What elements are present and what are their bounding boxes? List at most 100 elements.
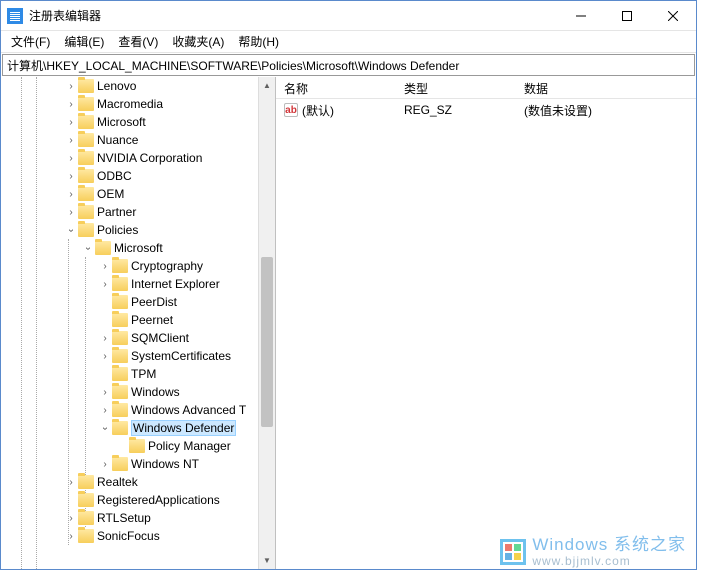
expand-icon[interactable]: › [65, 531, 77, 542]
folder-icon [112, 457, 128, 471]
folder-icon [112, 421, 128, 435]
tree-node[interactable]: ›Policies [7, 221, 275, 239]
tree-node[interactable]: ›ODBC [7, 167, 275, 185]
maximize-button[interactable] [604, 1, 650, 31]
folder-icon [78, 529, 94, 543]
titlebar[interactable]: 注册表编辑器 [1, 1, 696, 31]
tree-node[interactable]: ›Partner [7, 203, 275, 221]
tree-node[interactable]: PeerDist [7, 293, 275, 311]
tree-node[interactable]: Peernet [7, 311, 275, 329]
folder-icon [112, 403, 128, 417]
tree-node[interactable]: ›Macromedia [7, 95, 275, 113]
tree-node[interactable]: ›Realtek [7, 473, 275, 491]
expand-icon[interactable]: › [99, 333, 111, 344]
folder-icon [112, 313, 128, 327]
folder-icon [78, 187, 94, 201]
expand-icon[interactable]: › [65, 477, 77, 488]
tree-node[interactable]: Policy Manager [7, 437, 275, 455]
tree-node[interactable]: ›Windows Advanced T [7, 401, 275, 419]
tree-node[interactable]: ›Nuance [7, 131, 275, 149]
tree-node[interactable]: ›NVIDIA Corporation [7, 149, 275, 167]
folder-icon [78, 169, 94, 183]
tree-node[interactable]: ›SonicFocus [7, 527, 275, 545]
expand-icon[interactable]: › [65, 81, 77, 92]
regedit-icon [7, 8, 23, 24]
registry-tree[interactable]: ›Lenovo ›Macromedia ›Microsoft ›Nuance ›… [1, 77, 275, 569]
folder-icon [78, 115, 94, 129]
expand-icon[interactable]: › [65, 513, 77, 524]
collapse-icon[interactable]: › [66, 224, 77, 236]
expand-icon[interactable]: › [65, 99, 77, 110]
expand-icon[interactable]: › [99, 405, 111, 416]
expand-icon[interactable]: › [65, 135, 77, 146]
list-body[interactable]: ab (默认) REG_SZ (数值未设置) [276, 99, 696, 121]
folder-icon [112, 349, 128, 363]
menu-help[interactable]: 帮助(H) [232, 31, 285, 52]
expand-icon[interactable]: › [65, 153, 77, 164]
folder-icon [78, 133, 94, 147]
close-button[interactable] [650, 1, 696, 31]
folder-icon [78, 151, 94, 165]
tree-node[interactable]: ›Cryptography [7, 257, 275, 275]
registry-editor-window: 注册表编辑器 文件(F) 编辑(E) 查看(V) 收藏夹(A) 帮助(H) 计算… [0, 0, 697, 570]
tree-node[interactable]: ›SQMClient [7, 329, 275, 347]
scroll-thumb[interactable] [261, 257, 273, 427]
watermark-text: Windows 系统之家 www.bjjmlv.com [532, 536, 686, 568]
menu-file[interactable]: 文件(F) [5, 31, 56, 52]
column-data[interactable]: 数据 [516, 77, 696, 98]
menu-favorites[interactable]: 收藏夹(A) [166, 31, 230, 52]
value-type-cell: REG_SZ [396, 103, 516, 117]
value-data-cell: (数值未设置) [516, 102, 696, 119]
values-pane: 名称 类型 数据 ab (默认) REG_SZ (数值未设置) [276, 77, 696, 569]
tree-node[interactable]: ›Windows [7, 383, 275, 401]
expand-icon[interactable]: › [99, 459, 111, 470]
folder-icon [112, 367, 128, 381]
menu-edit[interactable]: 编辑(E) [58, 31, 110, 52]
window-controls [558, 1, 696, 31]
folder-icon [112, 331, 128, 345]
value-row[interactable]: ab (默认) REG_SZ (数值未设置) [276, 101, 696, 119]
expand-icon[interactable]: › [65, 117, 77, 128]
folder-icon [78, 223, 94, 237]
tree-node[interactable]: ›SystemCertificates [7, 347, 275, 365]
watermark-logo-icon [500, 539, 526, 565]
expand-icon[interactable]: › [65, 171, 77, 182]
folder-icon [129, 439, 145, 453]
tree-pane: ›Lenovo ›Macromedia ›Microsoft ›Nuance ›… [1, 77, 276, 569]
expand-icon[interactable]: › [65, 189, 77, 200]
expand-icon[interactable]: › [99, 261, 111, 272]
expand-icon[interactable]: › [99, 351, 111, 362]
scroll-down-button[interactable]: ▼ [259, 552, 275, 569]
column-type[interactable]: 类型 [396, 77, 516, 98]
folder-icon [112, 295, 128, 309]
content-area: ›Lenovo ›Macromedia ›Microsoft ›Nuance ›… [1, 77, 696, 569]
tree-scrollbar[interactable]: ▲ ▼ [258, 77, 275, 569]
tree-node[interactable]: ›Microsoft [7, 239, 275, 257]
tree-node[interactable]: ›OEM [7, 185, 275, 203]
tree-node[interactable]: ›RTLSetup [7, 509, 275, 527]
scroll-up-button[interactable]: ▲ [259, 77, 275, 94]
folder-icon [112, 277, 128, 291]
menu-view[interactable]: 查看(V) [112, 31, 164, 52]
folder-icon [112, 385, 128, 399]
tree-node-selected[interactable]: ›Windows Defender [7, 419, 275, 437]
tree-node[interactable]: ›Windows NT [7, 455, 275, 473]
folder-icon [78, 511, 94, 525]
expand-icon[interactable]: › [65, 207, 77, 218]
collapse-icon[interactable]: › [100, 422, 111, 434]
expand-icon[interactable]: › [99, 387, 111, 398]
minimize-button[interactable] [558, 1, 604, 31]
folder-icon [78, 97, 94, 111]
collapse-icon[interactable]: › [83, 242, 94, 254]
folder-icon [78, 79, 94, 93]
folder-icon [112, 259, 128, 273]
tree-node[interactable]: ›Lenovo [7, 77, 275, 95]
address-bar[interactable]: 计算机\HKEY_LOCAL_MACHINE\SOFTWARE\Policies… [2, 54, 695, 76]
tree-node[interactable]: ›Microsoft [7, 113, 275, 131]
column-name[interactable]: 名称 [276, 77, 396, 98]
folder-icon [78, 205, 94, 219]
tree-node[interactable]: RegisteredApplications [7, 491, 275, 509]
expand-icon[interactable]: › [99, 279, 111, 290]
tree-node[interactable]: ›Internet Explorer [7, 275, 275, 293]
tree-node[interactable]: TPM [7, 365, 275, 383]
